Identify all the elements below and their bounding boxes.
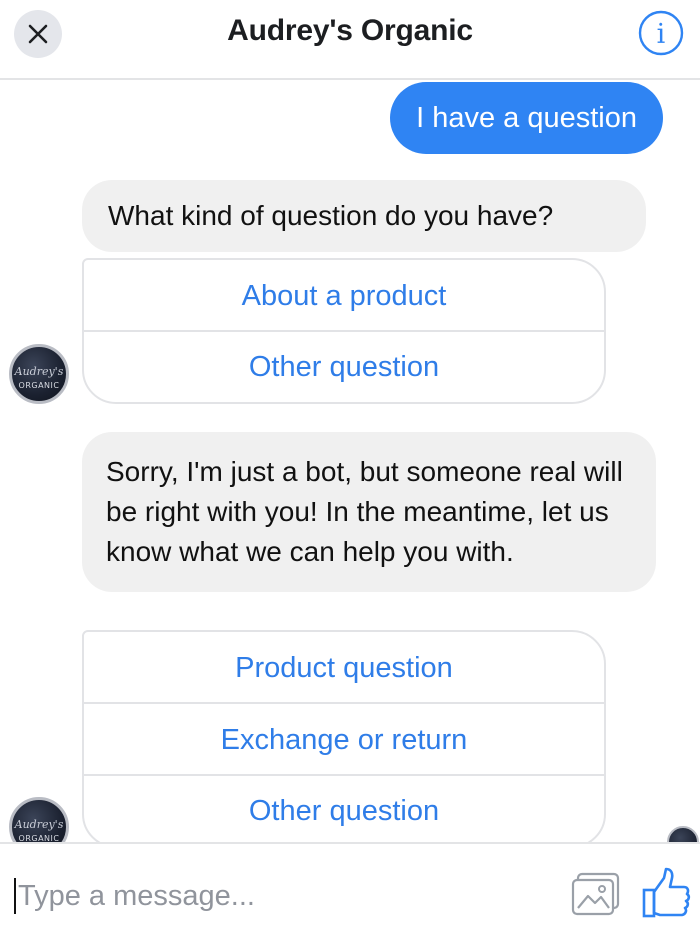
bot-message: Sorry, I'm just a bot, but someone real … [82, 432, 656, 592]
quick-reply-about-product[interactable]: About a product [84, 260, 604, 332]
user-message: I have a question [390, 82, 663, 154]
quick-replies: About a product Other question [82, 258, 606, 404]
read-receipt-avatar [667, 826, 699, 842]
avatar: Audrey's ORGANIC [9, 344, 69, 404]
avatar: Audrey's ORGANIC [9, 797, 69, 842]
bot-message: What kind of question do you have? [82, 180, 646, 252]
info-icon: i [638, 10, 684, 56]
quick-reply-product-question[interactable]: Product question [84, 632, 604, 704]
image-icon [571, 872, 620, 916]
quick-reply-other-question[interactable]: Other question [84, 776, 604, 842]
message-input[interactable] [18, 874, 538, 918]
quick-replies: Product question Exchange or return Othe… [82, 630, 606, 842]
like-button[interactable] [640, 866, 692, 920]
page-title: Audrey's Organic [227, 14, 473, 47]
quick-reply-other-question[interactable]: Other question [84, 332, 604, 402]
message-composer [0, 842, 700, 938]
info-button[interactable]: i [638, 10, 684, 56]
chat-header: Audrey's Organic i [0, 0, 700, 80]
thumbs-up-icon [642, 867, 691, 918]
image-button[interactable] [570, 872, 622, 918]
message-list[interactable]: I have a question What kind of question … [0, 82, 700, 842]
quick-reply-exchange-return[interactable]: Exchange or return [84, 704, 604, 776]
text-cursor [14, 878, 16, 914]
svg-text:i: i [657, 19, 666, 50]
